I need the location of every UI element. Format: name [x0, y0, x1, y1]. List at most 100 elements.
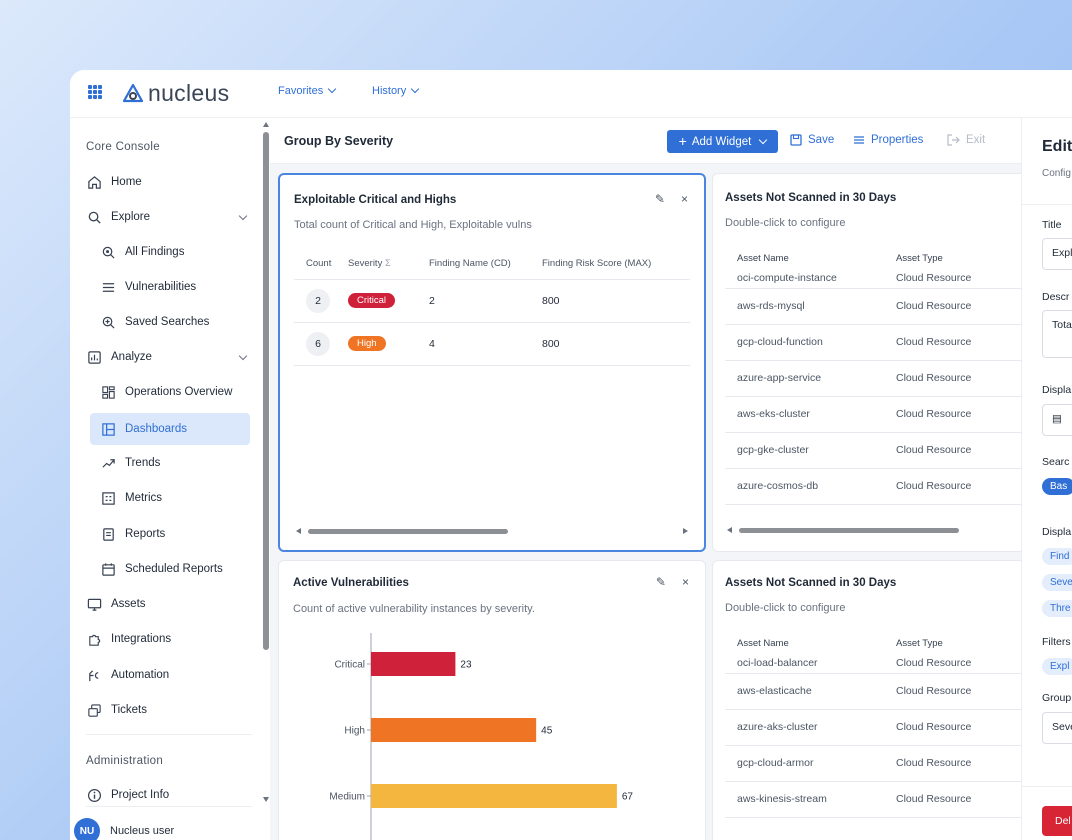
table-row[interactable]: 2 Critical 2 800 [294, 279, 690, 323]
scroll-left-icon[interactable] [296, 528, 301, 534]
column-chip[interactable]: Seve [1042, 574, 1072, 591]
chevron-down-icon [238, 211, 248, 221]
scroll-right-icon[interactable] [683, 528, 688, 534]
scroll-up-icon[interactable] [263, 122, 269, 127]
close-icon[interactable]: × [681, 192, 688, 206]
finding-link[interactable]: 2 [429, 279, 542, 323]
column-header[interactable]: Asset Name [725, 633, 896, 653]
table-row[interactable]: oci-load-balancer Cloud Resource [725, 653, 1045, 674]
sidebar-item-home[interactable]: Home [86, 168, 252, 196]
sidebar-item-reports[interactable]: Reports [90, 520, 250, 548]
sidebar-item-label: Assets [111, 598, 146, 610]
section-administration: Administration [86, 755, 164, 767]
table-row[interactable]: aws-eks-cluster Cloud Resource [725, 396, 1045, 433]
count-badge: 2 [306, 288, 330, 313]
asset-name: gcp-gke-cluster [725, 432, 896, 469]
sidebar-item-dashboards[interactable]: Dashboards [90, 413, 250, 445]
user-profile[interactable]: NU Nucleus user [74, 818, 174, 840]
table-row[interactable]: azure-app-service Cloud Resource [725, 360, 1045, 397]
pencil-icon[interactable]: ✎ [656, 575, 666, 589]
sidebar-item-integrations[interactable]: Integrations [86, 625, 252, 653]
widget-description: Double-click to configure [725, 217, 846, 229]
widget-active-vulnerabilities[interactable]: Active Vulnerabilities Count of active v… [278, 560, 706, 840]
table-row[interactable]: aws-elasticache Cloud Resource [725, 673, 1045, 710]
value-label-medium: 67 [622, 792, 634, 803]
column-chip[interactable]: Find [1042, 548, 1072, 565]
horizontal-scrollbar[interactable] [725, 526, 1041, 534]
scrollbar-thumb[interactable] [263, 132, 269, 650]
group-by-select[interactable]: Seve [1042, 712, 1072, 744]
asset-name: aws-elasticache [725, 673, 896, 710]
table-row[interactable]: aws-kinesis-stream Cloud Resource [725, 781, 1045, 818]
sidebar-item-scheduled-reports[interactable]: Scheduled Reports [90, 555, 250, 583]
add-widget-button[interactable]: + Add Widget [667, 130, 778, 153]
sidebar-item-saved-searches[interactable]: Saved Searches [90, 308, 250, 336]
table-row[interactable]: gcp-cloud-armor Cloud Resource [725, 745, 1045, 782]
sidebar-item-tickets[interactable]: Tickets [86, 696, 252, 724]
sidebar-item-assets[interactable]: Assets [86, 590, 252, 618]
title-input[interactable]: Expl [1042, 238, 1072, 270]
bar-medium[interactable] [371, 784, 617, 808]
display-type-select[interactable]: ▤ [1042, 404, 1072, 436]
bar-high[interactable] [371, 718, 537, 742]
table-row[interactable]: aws-rds-mysql Cloud Resource [725, 288, 1045, 325]
panel-subheading: Config [1042, 168, 1071, 179]
scroll-down-icon[interactable] [263, 797, 269, 802]
properties-button[interactable]: Properties [853, 134, 923, 146]
table-row[interactable]: oci-compute-instance Cloud Resource [725, 268, 1045, 289]
column-header[interactable]: Severity Σ [348, 249, 429, 280]
sidebar-item-metrics[interactable]: Metrics [90, 484, 250, 512]
scrollbar-thumb[interactable] [739, 528, 959, 533]
properties-label: Properties [871, 134, 924, 146]
sidebar-item-analyze[interactable]: Analyze [86, 343, 252, 371]
widget-assets-not-scanned-2[interactable]: Assets Not Scanned in 30 Days Double-cli… [712, 560, 1045, 840]
column-chip[interactable]: Thre [1042, 600, 1072, 617]
save-label: Save [808, 134, 835, 146]
sidebar-item-project-info[interactable]: Project Info [86, 781, 252, 809]
sidebar-item-trends[interactable]: Trends [90, 449, 250, 477]
report-icon [100, 526, 116, 542]
table-row[interactable]: gcp-cloud-function Cloud Resource [725, 324, 1045, 361]
bar-critical[interactable] [371, 652, 456, 676]
table-row[interactable]: azure-aks-cluster Cloud Resource [725, 709, 1045, 746]
search-type-chip[interactable]: Bas [1042, 478, 1072, 495]
exit-button[interactable]: Exit [947, 134, 985, 146]
risk-score: 800 [542, 279, 690, 323]
column-header[interactable]: Asset Name [725, 248, 896, 268]
app-grid-icon[interactable] [88, 85, 102, 99]
table-row[interactable]: azure-cosmos-db Cloud Resource [725, 468, 1045, 505]
pencil-icon[interactable]: ✎ [655, 192, 665, 206]
info-icon [86, 787, 102, 803]
delete-button[interactable]: Del [1042, 806, 1072, 836]
dashboard-icon [100, 421, 116, 437]
filter-chip[interactable]: Expl [1042, 658, 1072, 675]
sidebar-item-operations-overview[interactable]: Operations Overview [90, 378, 250, 406]
scrollbar-thumb[interactable] [308, 529, 508, 534]
column-header[interactable]: Finding Risk Score (MAX) [542, 249, 690, 280]
save-button[interactable]: Save [790, 134, 834, 146]
sidebar-item-all-findings[interactable]: All Findings [90, 238, 250, 266]
column-header[interactable]: Count [294, 249, 348, 280]
description-input[interactable]: Tota [1042, 310, 1072, 358]
trend-icon [100, 455, 116, 471]
sidebar-item-automation[interactable]: Automation [86, 661, 252, 689]
finding-link[interactable]: 4 [429, 322, 542, 366]
overview-icon [100, 384, 116, 400]
widget-description: Double-click to configure [725, 602, 846, 614]
widget-exploitable-critical-highs[interactable]: Exploitable Critical and Highs Total cou… [278, 173, 706, 552]
scroll-left-icon[interactable] [727, 527, 732, 533]
asset-name: aws-eks-cluster [725, 396, 896, 433]
horizontal-scrollbar[interactable] [294, 527, 690, 535]
sidebar-item-vulnerabilities[interactable]: Vulnerabilities [90, 273, 250, 301]
widget-assets-not-scanned-1[interactable]: Assets Not Scanned in 30 Days Double-cli… [712, 173, 1045, 552]
table-row[interactable]: 6 High 4 800 [294, 322, 690, 366]
favorites-menu[interactable]: Favorites [278, 84, 337, 97]
sidebar-item-explore[interactable]: Explore [86, 203, 252, 231]
close-icon[interactable]: × [682, 575, 689, 589]
sidebar: Core Console Home Explore All Findings V… [70, 118, 262, 840]
history-menu[interactable]: History [372, 84, 420, 97]
table-row[interactable]: gcp-gke-cluster Cloud Resource [725, 432, 1045, 469]
column-header[interactable]: Finding Name (CD) [429, 249, 542, 280]
sidebar-scrollbar[interactable] [262, 122, 270, 802]
sidebar-item-label: Vulnerabilities [125, 281, 197, 293]
